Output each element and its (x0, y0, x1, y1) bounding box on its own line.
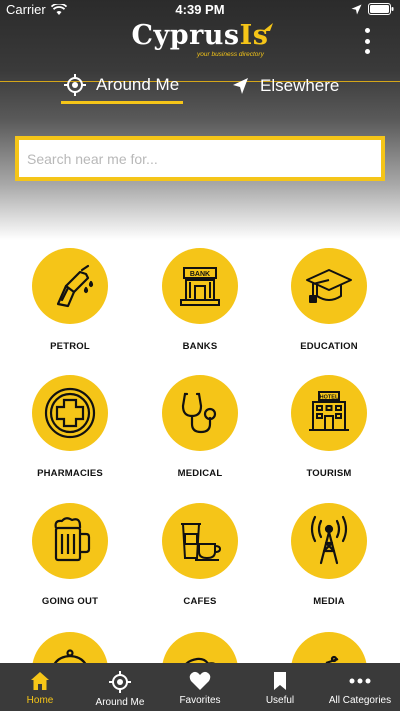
search-input[interactable] (19, 140, 381, 177)
header: Carrier 4:39 PM CyprusIs your business d… (0, 0, 400, 240)
category-education[interactable]: EDUCATION (264, 248, 394, 352)
category-cafes[interactable]: CAFES (135, 503, 265, 607)
tab-around-me-label: Around Me (96, 74, 180, 94)
category-label: BANKS (182, 341, 218, 352)
category-medical[interactable]: MEDICAL (135, 375, 265, 479)
stethoscope-icon (181, 392, 217, 434)
app-bar: CyprusIs your business directory (0, 20, 400, 82)
category-banks[interactable]: BANK BANKS (135, 248, 265, 352)
logo-arrow-icon (263, 23, 273, 31)
home-icon (31, 672, 49, 690)
tab-useful[interactable]: Useful (240, 663, 320, 711)
bakery-icon (185, 657, 215, 663)
category-item[interactable] (135, 632, 265, 663)
more-dots-icon (349, 678, 371, 684)
tab-home[interactable]: Home (0, 663, 80, 711)
svg-text:BANK: BANK (190, 271, 210, 278)
bookmark-icon (274, 672, 286, 690)
tab-around-me-bottom-label: Around Me (95, 697, 145, 708)
car-icon (325, 655, 339, 663)
tab-favorites[interactable]: Favorites (160, 663, 240, 711)
mode-tabs: Around Me Elsewhere (0, 68, 400, 106)
category-tourism[interactable]: HOTEL TOURISM (264, 375, 394, 479)
tab-all-categories-label: All Categories (328, 695, 392, 706)
location-services-icon (351, 4, 362, 14)
category-petrol[interactable]: PETROL (5, 248, 135, 352)
category-media[interactable]: MEDIA (264, 503, 394, 607)
tab-around-me[interactable]: Around Me (61, 68, 183, 104)
category-label: TOURISM (306, 468, 352, 479)
tab-elsewhere-label: Elsewhere (260, 76, 340, 95)
status-bar: Carrier 4:39 PM (0, 0, 400, 20)
location-target-icon (64, 73, 86, 96)
food-cloche-icon (53, 649, 87, 663)
tab-all-categories[interactable]: All Categories (320, 663, 400, 711)
category-label: CAFES (183, 596, 217, 607)
beer-mug-icon (54, 517, 91, 562)
tab-useful-label: Useful (265, 695, 295, 706)
broadcast-tower-icon (310, 515, 348, 565)
location-target-icon (109, 671, 131, 693)
category-item[interactable] (264, 632, 394, 663)
hotel-icon: HOTEL (309, 391, 349, 431)
tab-home-label: Home (26, 695, 54, 706)
tab-favorites-label: Favorites (179, 695, 221, 706)
status-time: 4:39 PM (175, 2, 225, 17)
app-logo: CyprusIs (131, 20, 269, 51)
heart-icon (189, 671, 211, 690)
category-item[interactable] (5, 632, 135, 663)
logo-tagline: your business directory (197, 51, 264, 58)
more-menu-icon[interactable] (360, 28, 374, 54)
bottom-tab-bar: Home Around Me Favorites Useful All Cate… (0, 663, 400, 711)
category-pharmacies[interactable]: PHARMACIES (5, 375, 135, 479)
tab-around-me-bottom[interactable]: Around Me (80, 663, 160, 711)
fuel-nozzle-icon (56, 264, 94, 308)
category-label: PHARMACIES (37, 468, 103, 479)
battery-icon (368, 3, 394, 15)
category-label: EDUCATION (300, 341, 358, 352)
graduation-cap-icon (306, 269, 352, 303)
coffee-cup-icon (181, 523, 222, 561)
category-label: MEDICAL (177, 468, 223, 479)
pharmacy-cross-icon (44, 387, 96, 439)
bank-icon: BANK (180, 267, 220, 306)
category-label: GOING OUT (41, 596, 99, 607)
category-label: MEDIA (313, 596, 345, 607)
search-box (15, 136, 385, 181)
svg-text:HOTEL: HOTEL (320, 395, 339, 401)
category-grid: PETROL BANK BANKS EDUCATION PHARMACIES M… (0, 240, 400, 663)
navigation-arrow-icon (233, 78, 248, 94)
category-label: PETROL (50, 341, 90, 352)
tab-elsewhere[interactable]: Elsewhere (232, 68, 339, 104)
category-going-out[interactable]: GOING OUT (5, 503, 135, 607)
